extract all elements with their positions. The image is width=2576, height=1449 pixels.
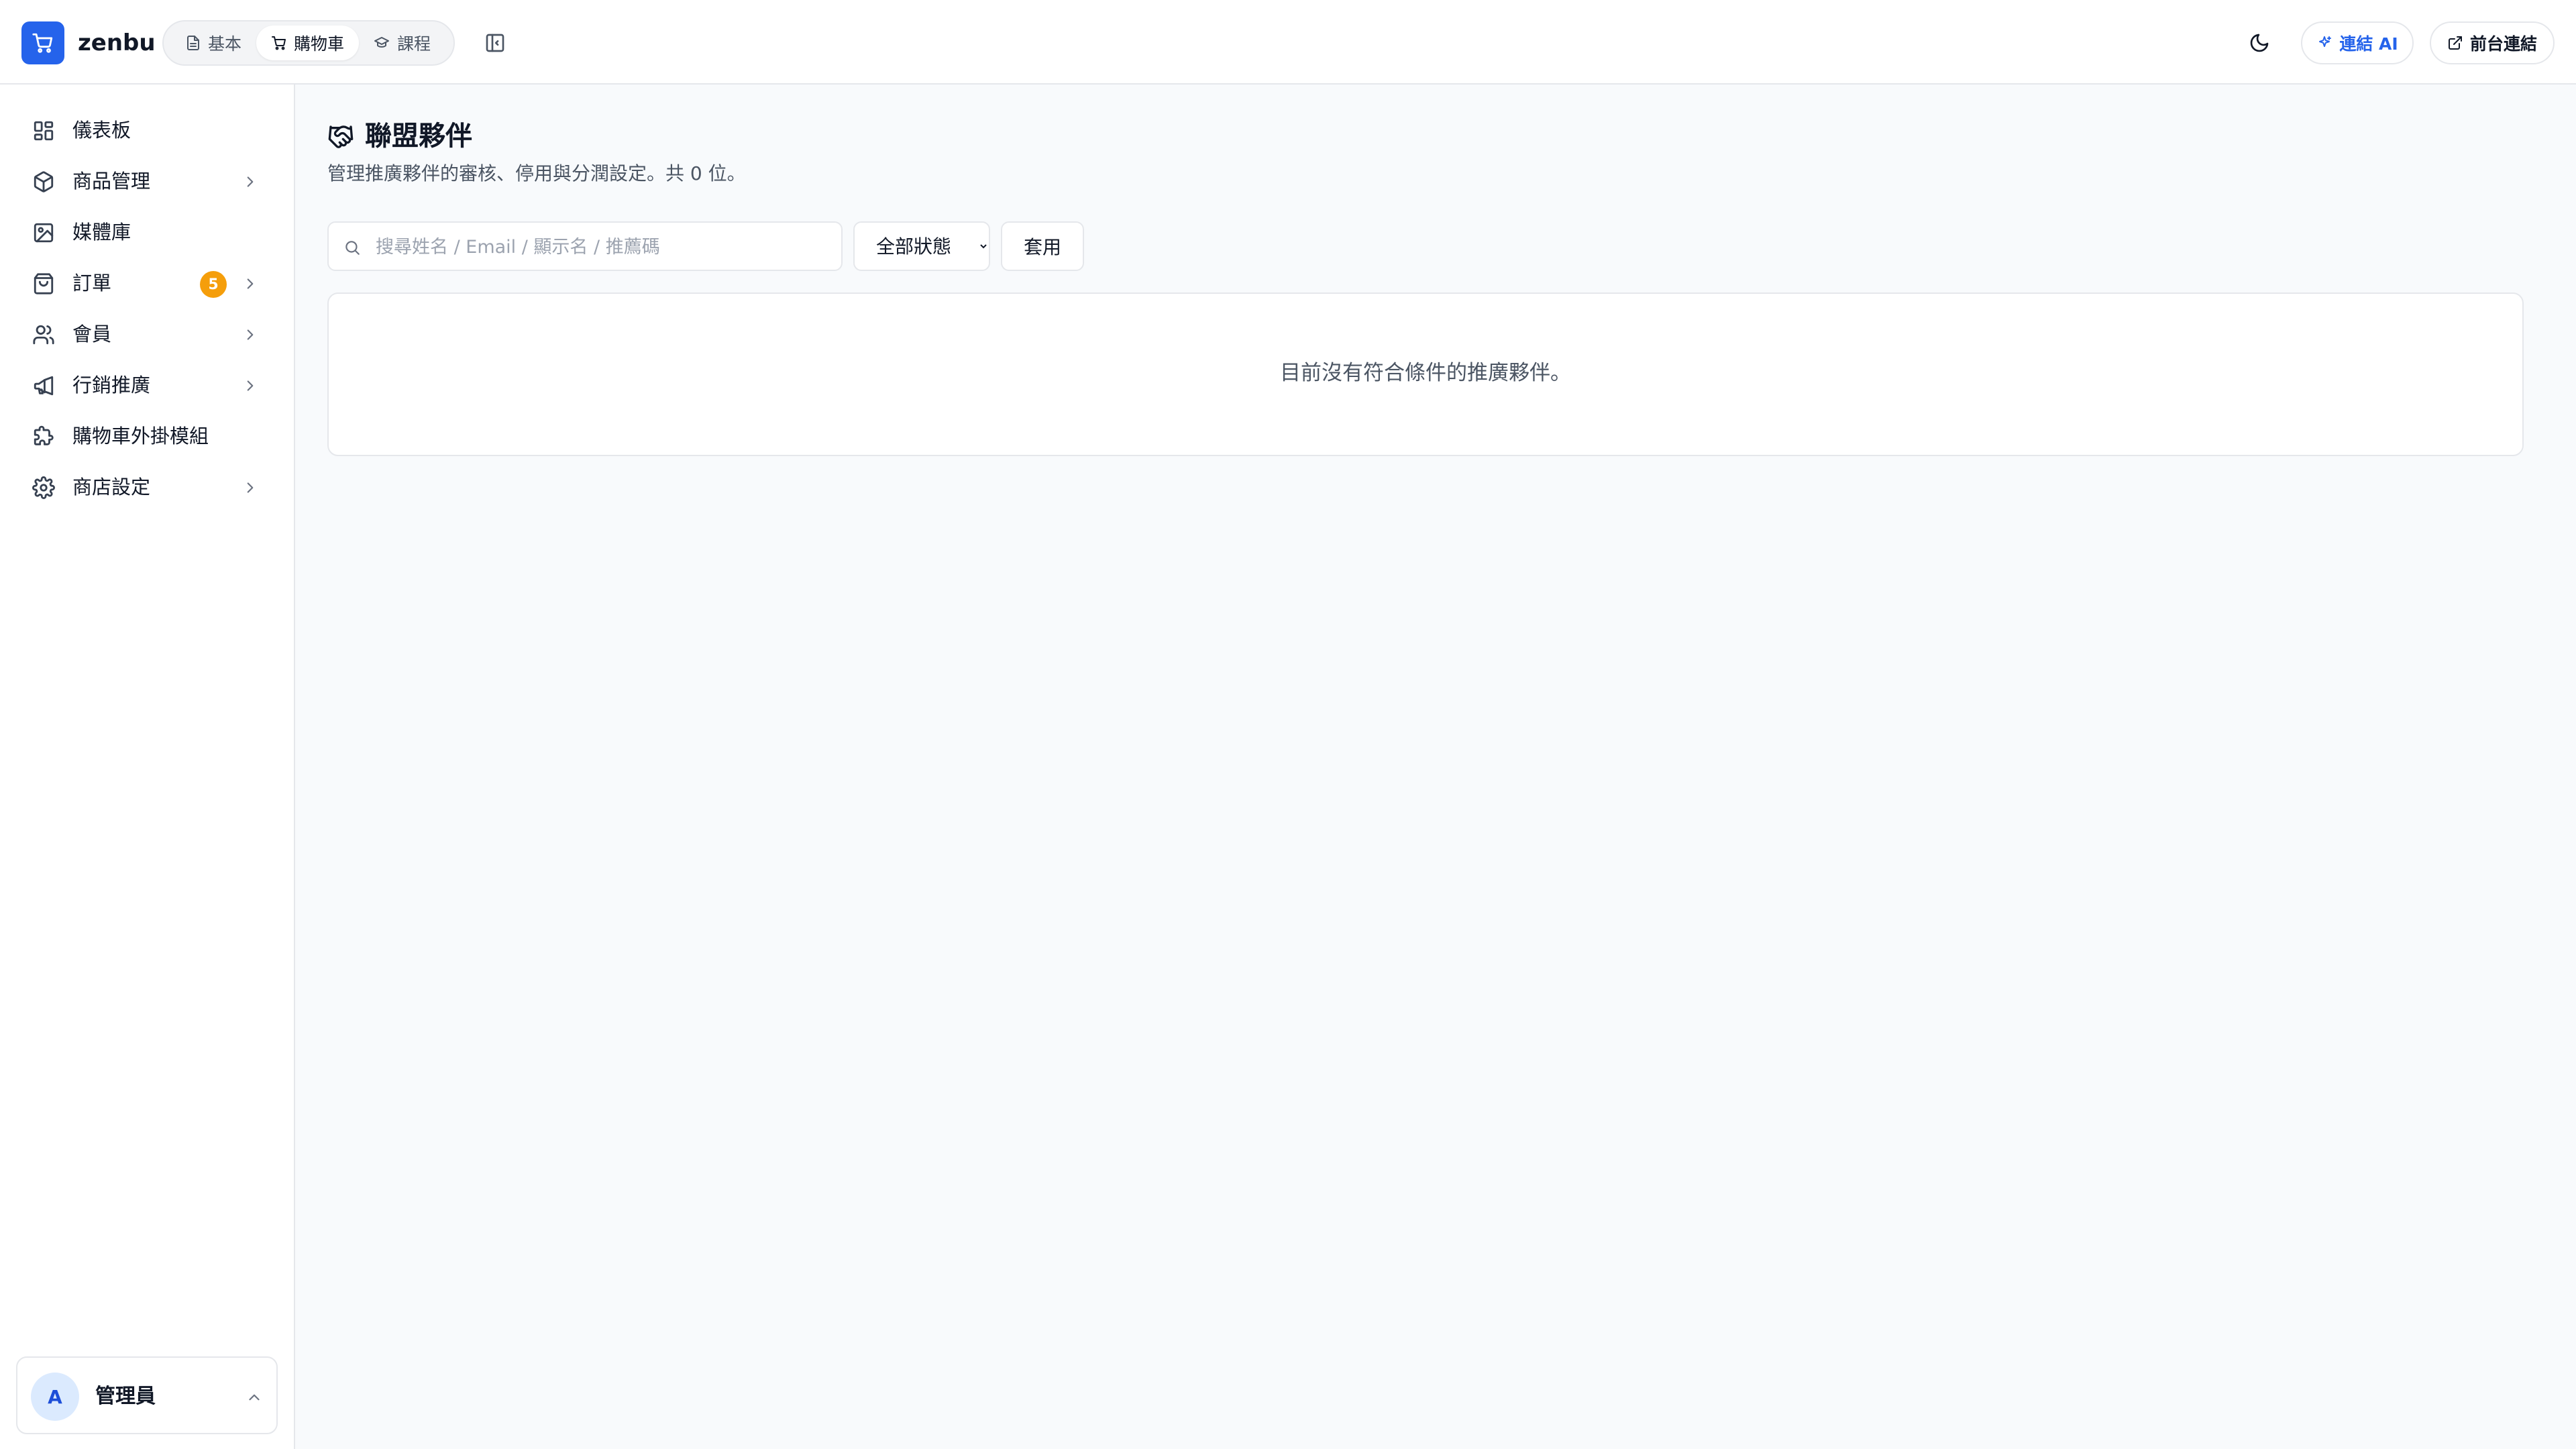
theme-toggle-button[interactable] [2245,28,2274,58]
chevron-right-icon [247,380,254,391]
dashboard-icon [34,121,54,141]
sidebar-item-dashboard[interactable]: 儀表板 [16,106,279,154]
storefront-link-button[interactable]: 前台連結 [2430,21,2555,64]
sparkles-icon [2319,36,2332,47]
top-header: zenbu 基本 購物車 課程 連結 AI 前台連結 [0,0,2576,85]
sidebar-item-orders[interactable]: 訂單 5 [16,259,279,307]
search-icon [345,241,360,255]
sidebar: 儀表板 商品管理 媒體庫 訂單 5 會員 行銷推廣 購物車外掛模組 商店設定 A… [0,85,295,1449]
sidebar-item-label: 儀表板 [72,119,131,142]
logo[interactable] [21,21,64,64]
image-icon [34,223,54,243]
orders-count-badge: 5 [200,271,227,298]
chevron-right-icon [247,176,254,187]
brand-name: zenbu [78,30,156,56]
page-description: 管理推廣夥伴的審核、停用與分潤設定。共 0 位。 [327,162,746,184]
graduation-cap-icon [374,37,389,48]
chevron-up-icon [249,1394,260,1401]
tab-basic-label: 基本 [208,34,242,54]
chevron-right-icon [247,329,254,340]
search-input[interactable] [376,232,832,262]
page-title: 聯盟夥伴 [365,121,472,152]
connect-ai-button[interactable]: 連結 AI [2301,21,2414,64]
box-icon [34,171,54,193]
puzzle-icon [34,425,54,445]
storefront-link-label: 前台連結 [2469,34,2537,54]
mode-switcher: 基本 購物車 課程 [162,20,455,66]
sidebar-item-media[interactable]: 媒體庫 [16,208,279,256]
external-link-icon [2448,36,2462,50]
sidebar-item-label: 媒體庫 [72,221,131,244]
users-icon [33,325,54,345]
sidebar-item-products[interactable]: 商品管理 [16,157,279,205]
panel-left-icon [486,34,504,52]
shopping-bag-icon [34,273,54,294]
user-name: 管理員 [95,1385,156,1408]
sidebar-item-label: 行銷推廣 [72,374,151,396]
gear-icon [32,476,55,499]
status-filter-select[interactable]: 全部狀態 [853,221,990,271]
sidebar-item-label: 會員 [72,323,112,345]
apply-button[interactable]: 套用 [1001,221,1084,271]
sidebar-item-label: 訂單 [72,272,112,294]
moon-icon [2250,34,2269,52]
search-field[interactable] [327,221,843,271]
avatar: A [31,1373,79,1421]
sidebar-item-label: 購物車外掛模組 [72,425,209,447]
tab-course-label: 課程 [397,34,431,54]
megaphone-icon [34,376,54,396]
document-icon [187,36,199,50]
sidebar-item-label: 商店設定 [72,476,151,498]
connect-ai-label: 連結 AI [2339,34,2398,54]
tab-cart[interactable]: 購物車 [256,25,360,60]
cart-icon [32,33,53,53]
sidebar-toggle-button[interactable] [480,28,510,58]
user-menu-button[interactable]: A 管理員 [16,1356,278,1434]
cart-icon [272,36,286,50]
sidebar-item-label: 商品管理 [72,170,151,193]
chevron-right-icon [247,482,254,493]
handshake-icon [328,125,354,148]
results-panel: 目前沒有符合條件的推廣夥伴。 [327,292,2524,456]
tab-cart-label: 購物車 [294,34,345,54]
tab-course[interactable]: 課程 [358,25,445,60]
sidebar-item-members[interactable]: 會員 [16,310,279,358]
sidebar-item-cart-plugins[interactable]: 購物車外掛模組 [16,412,279,460]
chevron-right-icon [247,278,254,289]
tab-basic[interactable]: 基本 [170,25,256,60]
empty-state-message: 目前沒有符合條件的推廣夥伴。 [1280,361,1571,385]
sidebar-item-marketing[interactable]: 行銷推廣 [16,361,279,409]
sidebar-item-store-settings[interactable]: 商店設定 [16,463,279,511]
